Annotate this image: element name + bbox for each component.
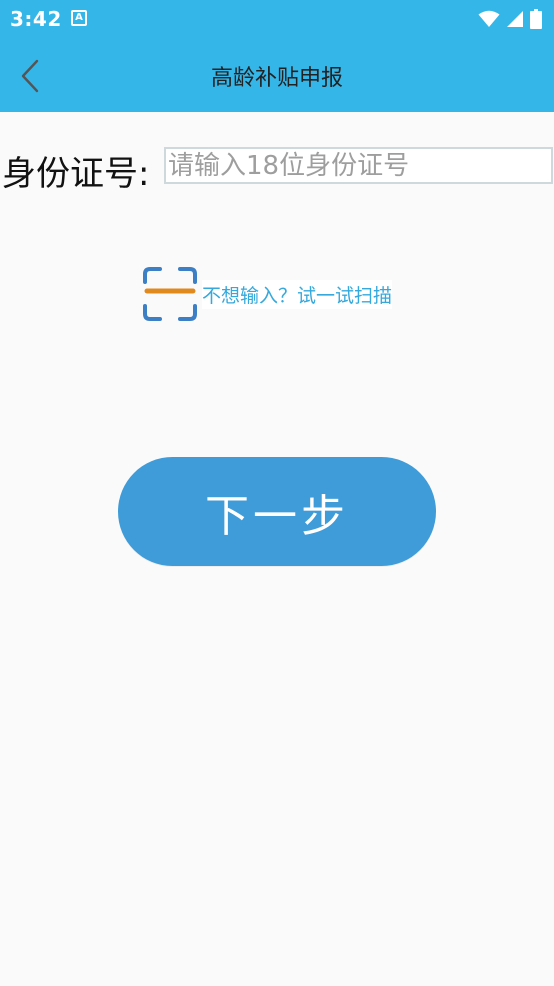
id-number-input[interactable] [164,147,553,184]
status-time: 3:42 [10,7,62,31]
next-step-button[interactable]: 下一步 [118,457,436,566]
screen: 3:42 A 高龄补贴申报 身份证号: 请输入18位身份证号 不想输入？试一试扫… [0,0,554,986]
scan-link[interactable]: 不想输入？试一试扫描 [142,266,393,322]
wifi-icon [478,10,500,27]
scan-link-text: 不想输入？试一试扫描 [202,279,393,309]
id-number-label: 身份证号: [2,154,150,194]
page-title: 高龄补贴申报 [210,66,343,91]
scan-icon [143,267,197,321]
battery-icon [530,9,542,29]
font-a-icon: A [71,10,87,26]
status-bar: 3:42 A [0,0,554,40]
toolbar: 高龄补贴申报 [0,40,554,112]
signal-icon [507,11,523,27]
status-icons [478,8,542,30]
